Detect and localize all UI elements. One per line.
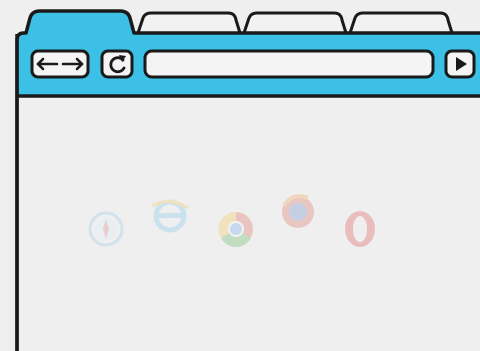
- tab-2[interactable]: [136, 11, 242, 35]
- address-bar[interactable]: [143, 49, 435, 79]
- reload-button[interactable]: [100, 49, 134, 79]
- opera-logo-icon: [345, 211, 375, 247]
- browser-window: [15, 9, 480, 351]
- back-forward-button[interactable]: [30, 49, 90, 79]
- tab-4[interactable]: [348, 11, 454, 35]
- go-button[interactable]: [444, 49, 476, 79]
- browser-illustration: [0, 0, 480, 351]
- tab-3[interactable]: [242, 11, 348, 35]
- firefox-logo-icon: [282, 194, 314, 228]
